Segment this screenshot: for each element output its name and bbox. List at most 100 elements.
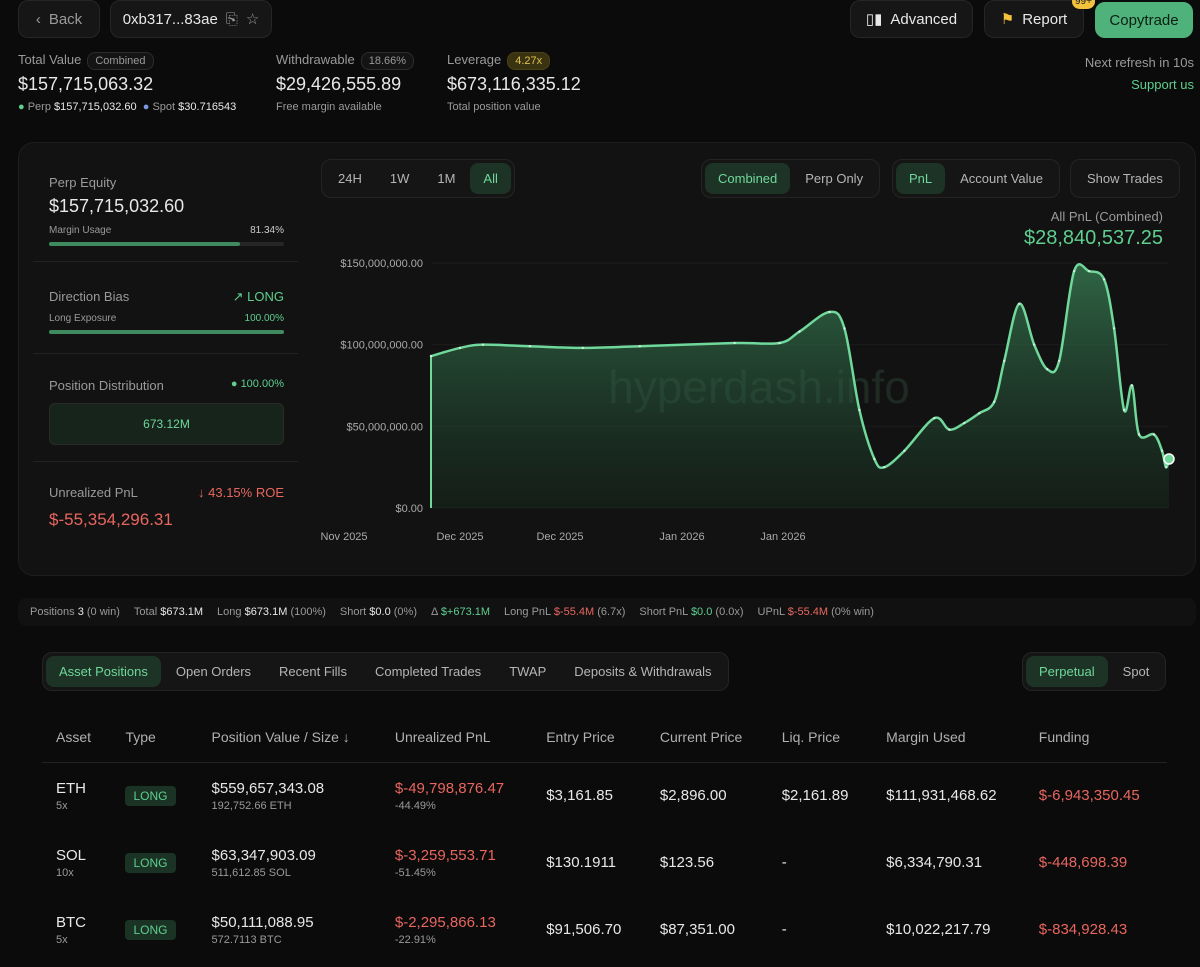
x-tick-label: Dec 2025 (436, 531, 483, 543)
col-asset[interactable]: Asset (42, 712, 112, 763)
col-funding[interactable]: Funding (1024, 712, 1167, 763)
data-point (429, 354, 433, 358)
x-tick-label: Dec 2025 (536, 531, 583, 543)
data-point (1130, 384, 1134, 387)
bias-label: Direction Bias (49, 289, 130, 304)
unrealized-pnl-section: Unrealized PnL ↓ 43.15% ROE $-55,354,296.… (49, 485, 284, 530)
withdrawable-block: Withdrawable 18.66% $29,426,555.89 Free m… (276, 52, 415, 113)
stat-upnl: $-55.4M (787, 606, 829, 618)
tab-open-orders[interactable]: Open Orders (163, 656, 264, 687)
data-point (1003, 359, 1006, 363)
combined-pill: Combined (87, 52, 154, 70)
data-point (528, 345, 532, 348)
report-button[interactable]: ⚑ Report (984, 0, 1084, 38)
tab-twap[interactable]: TWAP (496, 656, 559, 687)
col-entry-price[interactable]: Entry Price (532, 712, 646, 763)
y-tick-label: $100,000,000.00 (340, 340, 423, 352)
range-all[interactable]: All (470, 163, 511, 194)
copytrade-button[interactable]: Copytrade (1095, 2, 1193, 38)
range-1m[interactable]: 1M (424, 163, 468, 194)
stat-label: Positions (30, 606, 75, 618)
data-point (1112, 327, 1116, 330)
position-value: $50,111,088.95 (211, 913, 314, 931)
col-liq-price[interactable]: Liq. Price (767, 712, 873, 763)
pnl-chart[interactable]: hyperdash.info$0.00$50,000,000.00$100,00… (319, 243, 1179, 553)
tab-recent-fills[interactable]: Recent Fills (266, 656, 360, 687)
back-label: Back (48, 10, 83, 28)
perp-label: Perp (27, 101, 51, 113)
stat-sub: (0%) (393, 606, 417, 618)
data-point (733, 341, 736, 345)
table-row[interactable]: SOL 10x LONG $63,347,903.09 511,612.85 SOL… (42, 829, 1167, 896)
stat-label: UPnL (757, 606, 785, 618)
star-icon[interactable]: ☆ (246, 10, 259, 28)
leverage: 5x (56, 933, 68, 946)
col-position-value[interactable]: Position Value / Size ↓ (197, 712, 381, 763)
table-row[interactable]: BTC 5x LONG $50,111,088.95 572.7113 BTC $-… (42, 896, 1167, 963)
margin-used: $10,022,217.79 (886, 921, 991, 938)
data-point (828, 310, 831, 314)
stat-sub: (0.0x) (715, 606, 744, 618)
table-row[interactable]: ETH 5x LONG $559,657,343.08 192,752.66 ETH… (42, 762, 1167, 829)
stat-short: $0.0 (369, 606, 391, 618)
entry-price: $130.1911 (546, 854, 617, 871)
address-chip: 0xb317...83ae ⎘ ☆ (110, 0, 272, 38)
position-size: 572.7113 BTC (211, 933, 282, 946)
show-trades-button[interactable]: Show Trades (1070, 159, 1180, 198)
stat-label: Short (339, 606, 367, 618)
positions-stats-bar: Positions 3 (0 win) Total $673.1M Long $… (18, 598, 1196, 626)
perp-equity-section: Perp Equity $157,715,032.60 Margin Usage… (49, 175, 284, 246)
bias-value: LONG (247, 289, 284, 304)
stat-positions: 3 (77, 606, 84, 618)
leverage-sub: Total position value (447, 101, 541, 113)
withdrawable-sub: Free margin available (276, 101, 382, 113)
data-point (1087, 269, 1091, 273)
data-point (1102, 278, 1106, 281)
upnl-label: Unrealized PnL (49, 485, 138, 500)
data-point (1137, 433, 1141, 436)
tab-perpetual[interactable]: Perpetual (1026, 656, 1108, 687)
mode-perp-only[interactable]: Perp Only (792, 163, 876, 194)
col-unrealized-pnl[interactable]: Unrealized PnL (380, 712, 533, 763)
total-label: Total Value (18, 52, 82, 67)
range-1w[interactable]: 1W (377, 163, 423, 194)
data-point (1057, 359, 1061, 363)
entry-price: $3,161.85 (546, 787, 613, 805)
data-point (1164, 465, 1168, 469)
col-type[interactable]: Type (111, 712, 198, 763)
col-margin-used[interactable]: Margin Used (872, 712, 1025, 763)
tab-deposits-withdrawals[interactable]: Deposits & Withdrawals (561, 656, 724, 687)
chevron-left-icon: ‹ (35, 10, 41, 28)
stat-sub: (6.7x) (597, 606, 626, 618)
pnl-percent: -22.91% (394, 933, 436, 946)
range-24h[interactable]: 24H (325, 163, 375, 194)
col-current-price[interactable]: Current Price (645, 712, 768, 763)
mode-combined[interactable]: Combined (705, 163, 791, 194)
pnl-percent: -51.45% (394, 866, 436, 879)
current-price: $2,896.00 (659, 787, 727, 805)
tab-spot[interactable]: Spot (1110, 656, 1163, 687)
asset: ETH (56, 779, 86, 797)
margin-label: Margin Usage (49, 225, 112, 236)
position-size: 511,612.85 SOL (211, 866, 291, 879)
current-price: $87,351.00 (659, 921, 735, 938)
copy-icon[interactable]: ⎘ (226, 11, 238, 28)
metric-pnl[interactable]: PnL (896, 163, 946, 194)
data-point (883, 465, 886, 469)
data-point (978, 412, 981, 415)
metric-account-value[interactable]: Account Value (947, 163, 1056, 194)
report-badge: 99+ (1072, 0, 1095, 9)
leverage-pill: 4.27x (507, 52, 551, 70)
advanced-button[interactable]: ▯▮ Advanced (850, 0, 973, 38)
unrealized-pnl: $-49,798,876.47 (394, 779, 505, 797)
data-point (1045, 367, 1049, 371)
data-point (1152, 433, 1156, 436)
tab-asset-positions[interactable]: Asset Positions (46, 656, 161, 687)
stat-label: Total (133, 606, 158, 618)
tab-completed-trades[interactable]: Completed Trades (362, 656, 494, 687)
asset: BTC (56, 913, 86, 931)
back-button[interactable]: ‹ Back (18, 0, 100, 38)
x-tick-label: Jan 2026 (760, 531, 805, 543)
support-link[interactable]: Support us (1131, 77, 1194, 92)
distribution-bar[interactable]: 673.12M (49, 403, 284, 445)
